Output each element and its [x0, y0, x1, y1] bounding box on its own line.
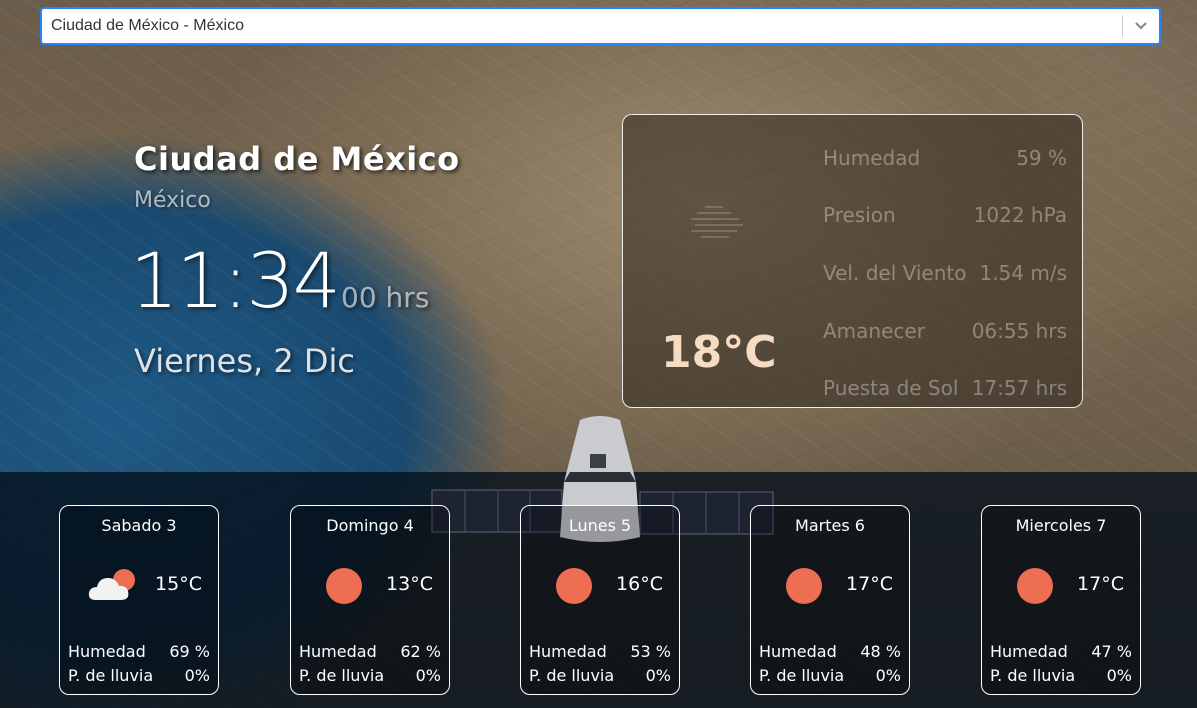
- humidity-label: Humedad: [990, 642, 1068, 661]
- sun-icon: [784, 566, 824, 606]
- humidity-value: 48 %: [860, 642, 901, 661]
- humidity-label: Humedad: [529, 642, 607, 661]
- forecast-rain: P. de lluvia 0%: [759, 666, 901, 685]
- forecast-rain: P. de lluvia 0%: [990, 666, 1132, 685]
- humidity-value: 53 %: [630, 642, 671, 661]
- current-temperature: 18°C: [661, 327, 777, 378]
- forecast-card: Martes 6 17°C Humedad 48 % P. de lluvia …: [750, 505, 910, 695]
- rain-label: P. de lluvia: [68, 666, 154, 685]
- forecast-card: Sabado 3 15°C Humedad 69 % P. de lluvia …: [59, 505, 219, 695]
- location-select-value[interactable]: Ciudad de México - México: [42, 17, 1122, 35]
- stat-value: 1.54 m/s: [979, 260, 1067, 285]
- rain-value: 0%: [184, 666, 210, 685]
- stat-wind: Vel. del Viento 1.54 m/s: [823, 244, 1067, 302]
- current-weather-card: 18°C Humedad 59 % Presion 1022 hPa Vel. …: [622, 114, 1083, 408]
- current-stats: Humedad 59 % Presion 1022 hPa Vel. del V…: [823, 129, 1067, 417]
- forecast-day: Domingo 4: [326, 516, 414, 535]
- forecast-card: Miercoles 7 17°C Humedad 47 % P. de lluv…: [981, 505, 1141, 695]
- clock-time: 11:34: [130, 236, 341, 325]
- forecast-card: Lunes 5 16°C Humedad 53 % P. de lluvia 0…: [520, 505, 680, 695]
- humidity-label: Humedad: [68, 642, 146, 661]
- forecast-temperature: 13°C: [386, 573, 433, 595]
- partly-cloudy-icon: [88, 566, 135, 606]
- stat-label: Amanecer: [823, 318, 925, 343]
- humidity-label: Humedad: [299, 642, 377, 661]
- forecast-rain: P. de lluvia 0%: [529, 666, 671, 685]
- stat-label: Presion: [823, 203, 896, 228]
- forecast-humidity: Humedad 47 %: [990, 642, 1132, 661]
- forecast-rain: P. de lluvia 0%: [299, 666, 441, 685]
- forecast-temperature: 16°C: [616, 573, 663, 595]
- stat-pressure: Presion 1022 hPa: [823, 187, 1067, 245]
- forecast-temperature: 17°C: [1077, 573, 1124, 595]
- sun-icon: [554, 566, 594, 606]
- country-name: México: [134, 188, 211, 213]
- rain-value: 0%: [645, 666, 671, 685]
- stat-label: Humedad: [823, 145, 921, 170]
- rain-value: 0%: [415, 666, 441, 685]
- sun-icon: [1015, 566, 1055, 606]
- forecast-card: Domingo 4 13°C Humedad 62 % P. de lluvia…: [290, 505, 450, 695]
- rain-label: P. de lluvia: [529, 666, 615, 685]
- stat-sunrise: Amanecer 06:55 hrs: [823, 302, 1067, 360]
- forecast-day: Martes 6: [795, 516, 865, 535]
- forecast-humidity: Humedad 69 %: [68, 642, 210, 661]
- forecast-rain: P. de lluvia 0%: [68, 666, 210, 685]
- forecast-day: Lunes 5: [568, 516, 632, 535]
- forecast-temperature: 15°C: [155, 573, 202, 595]
- rain-label: P. de lluvia: [990, 666, 1076, 685]
- humidity-value: 69 %: [169, 642, 210, 661]
- humidity-value: 47 %: [1091, 642, 1132, 661]
- rain-label: P. de lluvia: [299, 666, 385, 685]
- fog-icon: [687, 203, 745, 247]
- stat-value: 59 %: [1016, 145, 1067, 170]
- rain-value: 0%: [1106, 666, 1132, 685]
- forecast-humidity: Humedad 48 %: [759, 642, 901, 661]
- humidity-value: 62 %: [400, 642, 441, 661]
- stat-value: 06:55 hrs: [971, 318, 1067, 343]
- chevron-down-icon[interactable]: [1123, 21, 1159, 31]
- forecast-humidity: Humedad 62 %: [299, 642, 441, 661]
- humidity-label: Humedad: [759, 642, 837, 661]
- stat-label: Puesta de Sol: [823, 376, 959, 401]
- stat-humidity: Humedad 59 %: [823, 129, 1067, 187]
- sun-icon: [324, 566, 364, 606]
- rain-label: P. de lluvia: [759, 666, 845, 685]
- forecast-humidity: Humedad 53 %: [529, 642, 671, 661]
- stat-value: 17:57 hrs: [971, 376, 1067, 401]
- stat-sunset: Puesta de Sol 17:57 hrs: [823, 359, 1067, 417]
- stat-label: Vel. del Viento: [823, 260, 967, 285]
- current-date: Viernes, 2 Dic: [134, 342, 355, 380]
- city-name: Ciudad de México: [134, 140, 460, 178]
- stat-value: 1022 hPa: [973, 203, 1067, 228]
- forecast-day: Sabado 3: [101, 516, 177, 535]
- location-select[interactable]: Ciudad de México - México: [40, 7, 1161, 45]
- forecast-day: Miercoles 7: [1015, 516, 1107, 535]
- forecast-temperature: 17°C: [846, 573, 893, 595]
- rain-value: 0%: [875, 666, 901, 685]
- clock-seconds: 00 hrs: [341, 281, 430, 314]
- clock: 11:34 00 hrs: [130, 236, 429, 325]
